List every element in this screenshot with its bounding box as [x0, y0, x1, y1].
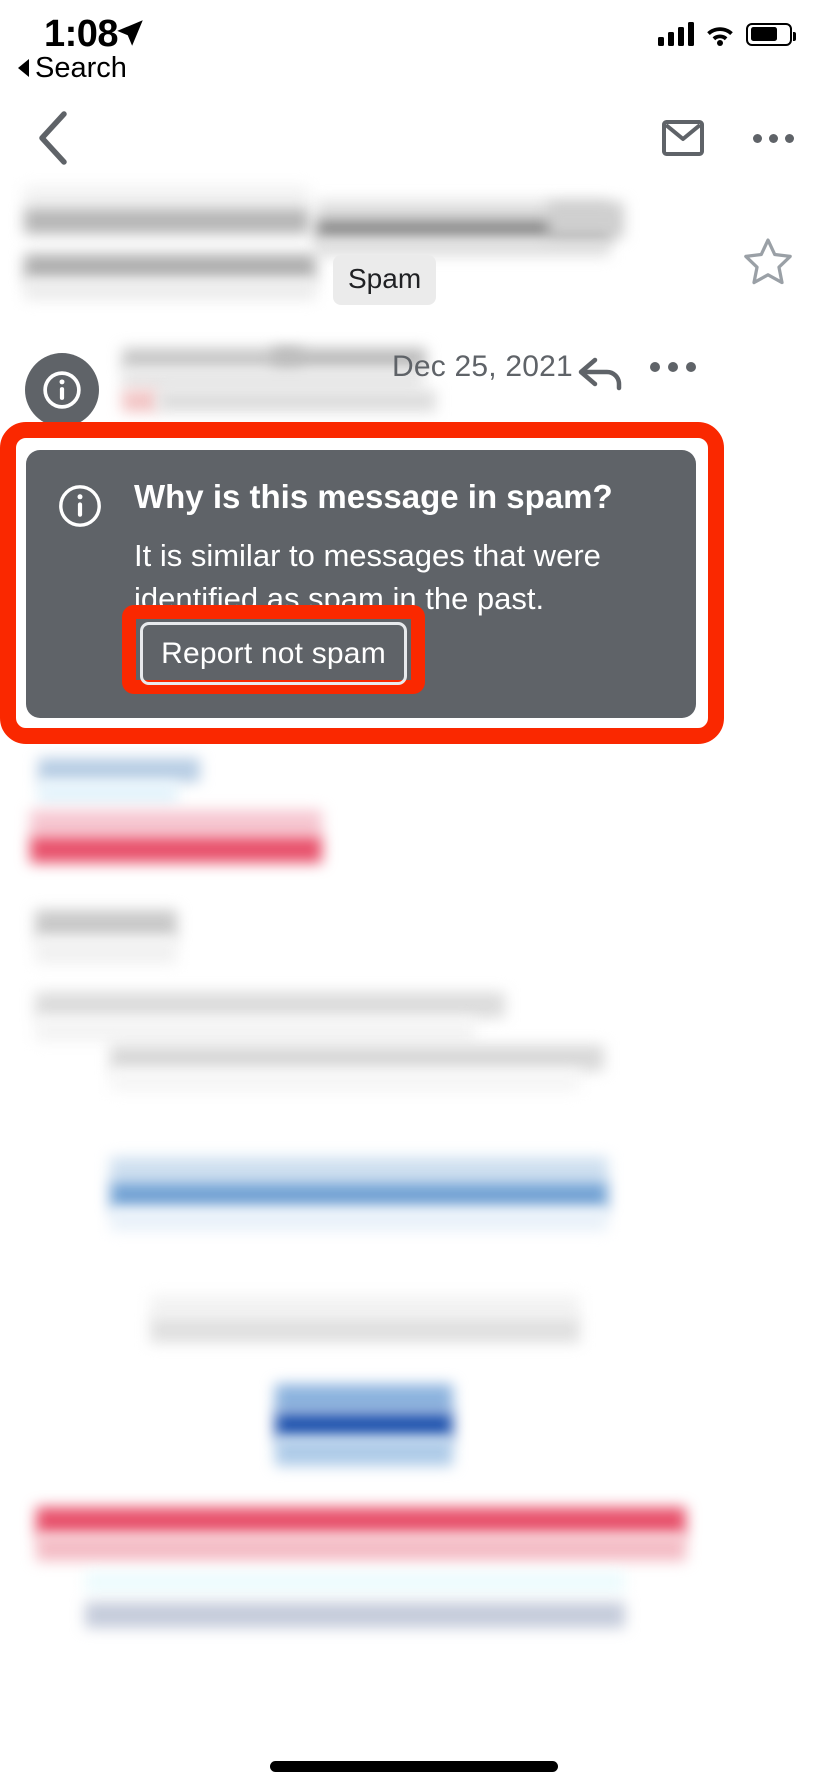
- redacted-block: [36, 1535, 686, 1561]
- redacted-block: [110, 1070, 580, 1092]
- redacted-block: [110, 1209, 608, 1231]
- avatar[interactable]: [25, 353, 99, 427]
- redacted-block: [150, 1295, 580, 1317]
- battery-icon: [746, 22, 796, 46]
- redacted-block: [275, 1412, 453, 1438]
- message-overflow-button[interactable]: [650, 362, 696, 372]
- redacted-block: [38, 758, 200, 782]
- redacted-block: [150, 1317, 580, 1343]
- status-bar: 1:08 Search: [0, 0, 828, 92]
- star-button[interactable]: [736, 230, 800, 294]
- redacted-block: [30, 836, 322, 863]
- redacted-block: [110, 1045, 604, 1071]
- message-date: Dec 25, 2021: [392, 350, 573, 383]
- report-not-spam-button[interactable]: Report not spam: [140, 622, 407, 685]
- redacted-block: [35, 910, 177, 938]
- message-body-redacted: [0, 752, 828, 1732]
- more-options-icon: [752, 133, 794, 143]
- cellular-signal-icon: [658, 22, 694, 46]
- nav-overflow-button[interactable]: [742, 108, 804, 168]
- envelope-icon: [662, 120, 704, 156]
- info-circle-icon: [59, 485, 101, 527]
- redacted-block: [85, 1572, 625, 1592]
- phone-screen: 1:08 Search Spam Dec 25, 2021 Why is thi…: [0, 0, 828, 1792]
- redacted-block: [35, 992, 505, 1018]
- redacted-block: [35, 1018, 475, 1042]
- redacted-block: [38, 782, 178, 804]
- spam-dialog-title: Why is this message in spam?: [134, 478, 613, 515]
- info-circle-icon: [43, 371, 81, 409]
- spam-label-chip[interactable]: Spam: [333, 255, 437, 305]
- redacted-block: [110, 1181, 608, 1209]
- navigation-bar: [0, 100, 828, 178]
- redacted-block: [35, 938, 177, 964]
- redacted-block: [275, 1438, 453, 1466]
- home-indicator: [270, 1761, 558, 1772]
- location-arrow-icon: [117, 20, 143, 46]
- breadcrumb[interactable]: Search: [18, 52, 127, 84]
- reply-button[interactable]: [570, 348, 632, 400]
- star-outline-icon: [744, 238, 792, 285]
- redacted-block: [110, 1157, 608, 1181]
- back-triangle-icon: [18, 59, 29, 77]
- redacted-block: [275, 1384, 453, 1412]
- redacted-block: [36, 1507, 686, 1535]
- status-bar-indicators: [658, 22, 796, 46]
- breadcrumb-label: Search: [35, 52, 127, 84]
- chevron-left-icon: [39, 111, 67, 165]
- nav-actions: [652, 108, 804, 168]
- redacted-block: [85, 1602, 625, 1628]
- status-bar-time: 1:08: [44, 13, 119, 55]
- back-button[interactable]: [22, 108, 82, 168]
- mark-unread-button[interactable]: [652, 108, 714, 168]
- reply-arrow-icon: [578, 357, 622, 391]
- wifi-icon: [707, 26, 733, 46]
- redacted-block: [30, 810, 322, 836]
